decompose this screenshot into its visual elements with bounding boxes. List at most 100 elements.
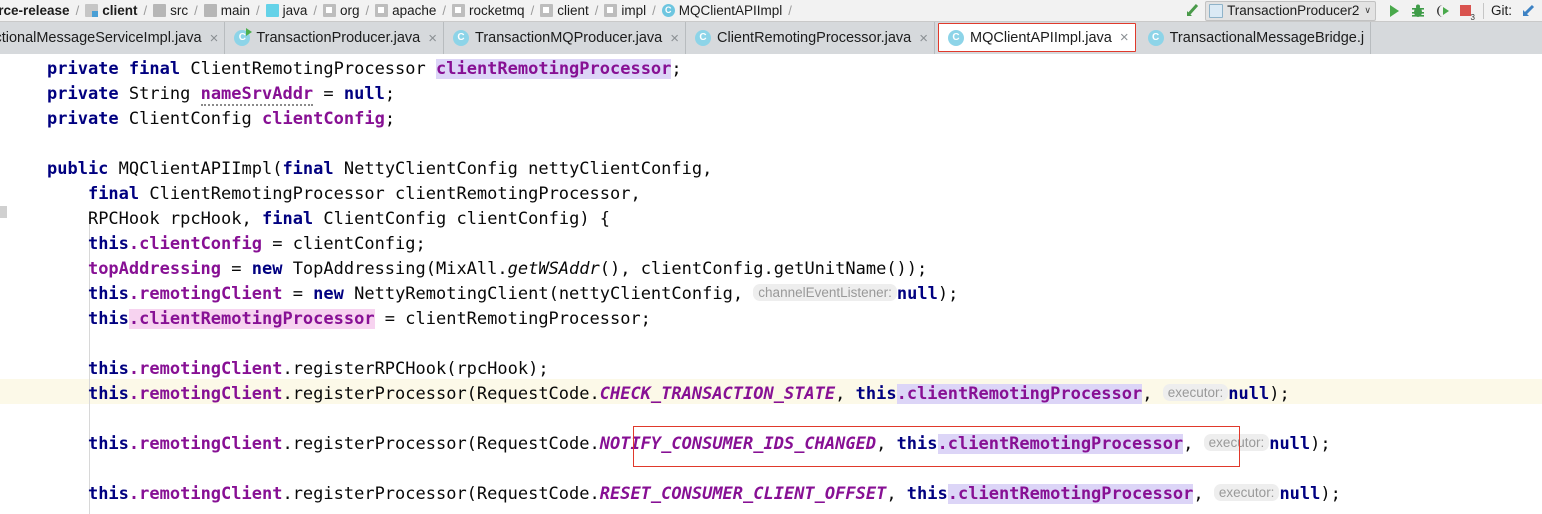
keyword-null: null — [1228, 384, 1270, 404]
breadcrumb-item-mqclientapiimpl[interactable]: C MQClientAPIImpl — [660, 0, 785, 21]
keyword-null: null — [343, 84, 385, 104]
code-line: this.clientRemotingProcessor = clientRem… — [0, 307, 1542, 332]
back-arrow-icon[interactable] — [1179, 1, 1205, 21]
keyword-this: this — [896, 434, 938, 454]
breadcrumb-separator: / — [194, 3, 198, 18]
navbar-toolbar: TransactionProducer2 ∨ 3 Git: — [1179, 0, 1542, 21]
editor-tab-bar: C ansactionalMessageServiceImpl.java × C… — [0, 22, 1542, 54]
code-editor[interactable]: private final ClientRemotingProcessor cl… — [0, 54, 1542, 514]
tab-label: ansactionalMessageServiceImpl.java — [0, 30, 202, 46]
expression: TopAddressing(MixAll. — [282, 259, 508, 279]
idea-editor-window: urce-release / client / src / main / jav… — [0, 0, 1542, 514]
stop-button[interactable]: 3 — [1454, 0, 1478, 21]
breadcrumb-item-impl[interactable]: impl — [602, 0, 648, 21]
breadcrumb-item-main[interactable]: main — [202, 0, 252, 21]
constant-name: CHECK_TRANSACTION_STATE — [599, 384, 836, 404]
git-label: Git: — [1490, 3, 1512, 18]
update-project-button[interactable] — [1516, 0, 1540, 21]
breadcrumb-item-src[interactable]: src — [151, 0, 190, 21]
param-name: nettyClientConfig, — [528, 159, 713, 179]
editor-tab-transactionalmessageserviceimpl[interactable]: C ansactionalMessageServiceImpl.java × — [0, 22, 226, 54]
breadcrumb-label: MQClientAPIImpl — [678, 3, 783, 18]
run-button[interactable] — [1382, 0, 1406, 21]
keyword-this: this — [87, 484, 129, 504]
close-icon[interactable]: × — [1120, 30, 1129, 45]
breadcrumb-label: src — [170, 3, 189, 18]
breadcrumb-item-project[interactable]: urce-release — [0, 0, 72, 21]
breadcrumb-item-rocketmq[interactable]: rocketmq — [450, 0, 527, 21]
type-name: NettyClientConfig — [343, 159, 518, 179]
java-class-icon: C — [1147, 30, 1164, 46]
parameter-hint: channelEventListener: — [753, 284, 897, 301]
breadcrumb-item-apache[interactable]: apache — [373, 0, 438, 21]
code-line: public MQClientAPIImpl(final NettyClient… — [0, 157, 1542, 182]
expression: ); — [1269, 384, 1290, 404]
editor-tab-mqclientapiimpl[interactable]: C MQClientAPIImpl.java × — [938, 23, 1136, 52]
java-class-runnable-icon: C — [234, 28, 253, 46]
breadcrumb-label: main — [220, 3, 250, 18]
type-name: ClientRemotingProcessor — [149, 184, 385, 204]
package-icon — [540, 4, 554, 17]
dot: . — [128, 309, 140, 329]
java-class-icon: C — [453, 30, 469, 46]
dot: . — [128, 234, 140, 254]
field-name: clientRemotingProcessor — [436, 59, 672, 79]
parameter-hint: executor: — [1203, 434, 1270, 451]
run-configuration-selector[interactable]: TransactionProducer2 ∨ — [1205, 0, 1376, 21]
semicolon: ; — [384, 84, 396, 104]
keyword-private: private — [47, 84, 119, 104]
update-project-arrow-icon — [1523, 4, 1535, 16]
dot: . — [128, 384, 140, 404]
close-icon[interactable]: × — [428, 31, 437, 46]
dot: . — [896, 384, 907, 404]
expression: ); — [1320, 484, 1341, 504]
field-name: nameSrvAddr — [200, 84, 314, 106]
editor-tab-clientremotingprocessor[interactable]: C ClientRemotingProcessor.java × — [686, 22, 936, 54]
editor-tab-transactionproducer[interactable]: C TransactionProducer.java × — [225, 22, 444, 54]
folder-icon — [203, 4, 217, 17]
semicolon: ; — [384, 109, 396, 129]
editor-tab-transactionalmessagebridge[interactable]: C TransactionalMessageBridge.j — [1138, 22, 1372, 54]
expression: (), clientConfig.getUnitName()); — [599, 259, 928, 279]
package-icon — [604, 4, 618, 17]
breadcrumb-separator: / — [365, 3, 370, 18]
breadcrumb-item-client[interactable]: client — [83, 0, 139, 21]
coverage-icon — [1436, 4, 1449, 17]
breadcrumb-separator: / — [313, 3, 317, 18]
debug-button[interactable] — [1406, 0, 1430, 21]
close-icon[interactable]: × — [670, 31, 679, 46]
breadcrumb-label: client — [102, 3, 138, 18]
close-icon[interactable]: × — [210, 31, 219, 46]
field-name: clientRemotingProcessor — [958, 484, 1194, 504]
run-config-label: TransactionProducer2 — [1227, 3, 1360, 18]
dot: . — [128, 434, 140, 454]
breadcrumb-item-org[interactable]: org — [321, 0, 362, 21]
type-name: ClientConfig — [128, 109, 252, 129]
code-line: RPCHook rpcHook, final ClientConfig clie… — [0, 207, 1542, 232]
keyword-this: this — [87, 234, 129, 254]
comma: , — [1183, 434, 1194, 454]
editor-tab-transactionmqproducer[interactable]: C TransactionMQProducer.java × — [444, 22, 687, 54]
breadcrumb-item-client-pkg[interactable]: client — [538, 0, 591, 21]
dot: . — [128, 484, 140, 504]
breadcrumb-item-java[interactable]: java — [264, 0, 310, 21]
source-folder-icon — [265, 4, 279, 17]
constructor-name: MQClientAPIImpl( — [118, 159, 283, 179]
type-name: String — [128, 84, 191, 104]
package-icon — [452, 4, 466, 17]
keyword-final: final — [261, 209, 314, 229]
breadcrumb-label: rocketmq — [469, 3, 525, 18]
type-name: RPCHook — [87, 209, 160, 229]
code-line: private String nameSrvAddr = null; — [0, 82, 1542, 107]
coverage-button[interactable] — [1430, 0, 1454, 21]
field-name: topAddressing — [87, 259, 222, 279]
keyword-private: private — [47, 59, 119, 79]
keyword-this: this — [87, 284, 129, 304]
dot: . — [128, 284, 140, 304]
breadcrumb-separator: / — [143, 3, 148, 18]
run-triangle-icon — [1389, 4, 1399, 17]
dot: . — [937, 434, 948, 454]
close-icon[interactable]: × — [919, 31, 928, 46]
